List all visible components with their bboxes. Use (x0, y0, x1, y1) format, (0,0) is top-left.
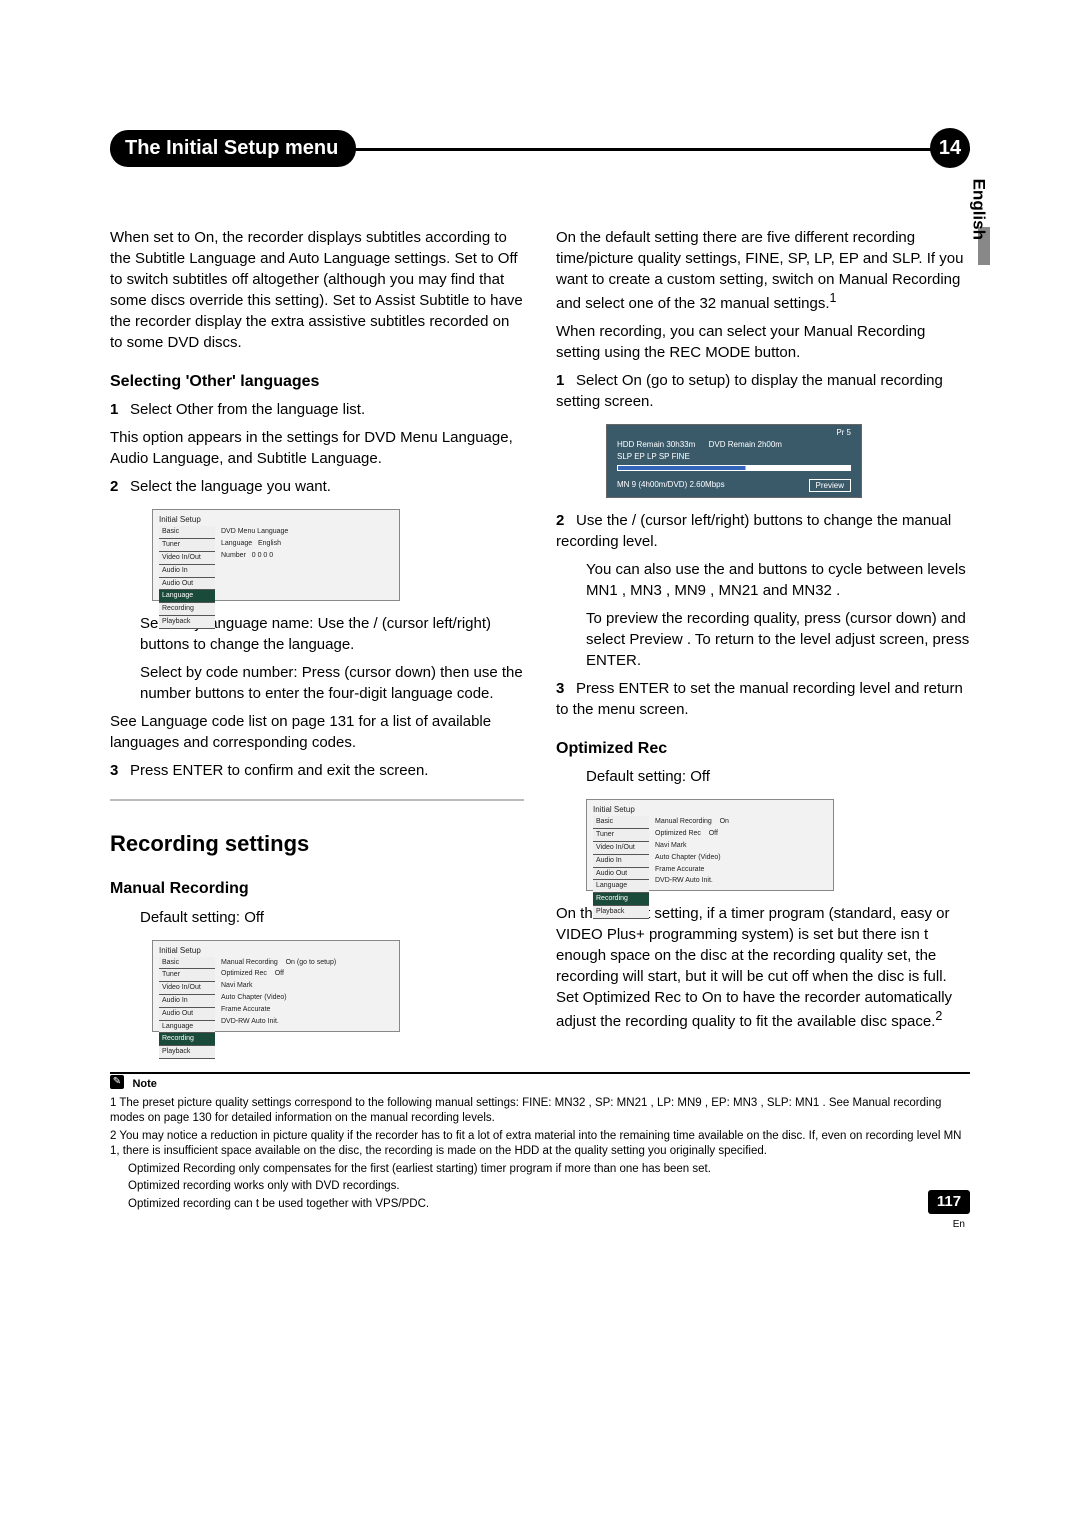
list-item: Video In/Out (593, 842, 649, 855)
list-item: Audio Out (159, 578, 215, 591)
footnotes: 1 The preset picture quality settings co… (110, 1096, 970, 1213)
list-item: Audio Out (593, 868, 649, 881)
step-1: 1Select Other from the language list. (110, 399, 524, 420)
default-setting: Default setting: Off (140, 907, 524, 928)
list-item: Language (159, 590, 215, 603)
chapter-number: 14 (930, 128, 970, 168)
screenshot-manual-recording: Initial Setup Basic Tuner Video In/Out A… (152, 940, 400, 1032)
selecting-other-heading: Selecting 'Other' languages (110, 371, 524, 393)
language-tab: English (968, 179, 988, 240)
list-item: Playback (593, 906, 649, 919)
optimized-rec-paragraph: On the default setting, if a timer progr… (556, 903, 970, 1032)
chapter-header: The Initial Setup menu 14 (110, 130, 970, 167)
note-icon: ✎ (110, 1075, 124, 1089)
list-item: Recording (593, 893, 649, 906)
mr-step-1: 1Select On (go to setup) to display the … (556, 370, 970, 412)
screenshot-level-adjust: Pr 5 HDD Remain 30h33m DVD Remain 2h00m … (606, 424, 862, 498)
manual-recording-heading: Manual Recording (110, 878, 524, 900)
footnote-2: 2 You may notice a reduction in picture … (110, 1129, 970, 1160)
mr-bullet-a: You can also use the and buttons to cycl… (586, 559, 970, 601)
mr-paragraph-1: On the default setting there are five di… (556, 227, 970, 314)
list-item: Basic (593, 816, 649, 829)
footnote-2c: Optimized recording works only with DVD … (128, 1179, 970, 1195)
mr-step-3: 3Press ENTER to set the manual recording… (556, 678, 970, 720)
bullet-code-number: Select by code number: Press (cursor dow… (140, 662, 524, 704)
list-item: Video In/Out (159, 982, 215, 995)
list-item: Language (593, 880, 649, 893)
footnote-2b: Optimized Recording only compensates for… (128, 1162, 970, 1178)
list-item: Audio In (159, 995, 215, 1008)
left-column: When set to On, the recorder displays su… (110, 227, 524, 1044)
list-item: Basic (159, 957, 215, 970)
mr-paragraph-2: When recording, you can select your Manu… (556, 321, 970, 363)
page-lang-label: En (953, 1219, 965, 1230)
preview-button[interactable]: Preview (809, 479, 851, 492)
see-language-list: See Language code list on page 131 for a… (110, 711, 524, 753)
list-item: Audio Out (159, 1008, 215, 1021)
optimized-default: Default setting: Off (586, 766, 970, 787)
list-item: Playback (159, 1046, 215, 1059)
list-item: Language (159, 1021, 215, 1034)
note-header: ✎ Note (110, 1074, 970, 1092)
list-item: Audio In (159, 565, 215, 578)
recording-settings-heading: Recording settings (110, 829, 524, 860)
step-3: 3Press ENTER to confirm and exit the scr… (110, 760, 524, 781)
list-item: Playback (159, 616, 215, 629)
screenshot-optimized-rec: Initial Setup Basic Tuner Video In/Out A… (586, 799, 834, 891)
list-item: Audio In (593, 855, 649, 868)
section-divider (110, 799, 524, 801)
list-item: Tuner (159, 539, 215, 552)
mr-bullet-b: To preview the recording quality, press … (586, 608, 970, 671)
list-item: Tuner (159, 969, 215, 982)
page-title: The Initial Setup menu (110, 130, 356, 167)
right-column: On the default setting there are five di… (556, 227, 970, 1044)
list-item: Recording (159, 603, 215, 616)
footnote-1: 1 The preset picture quality settings co… (110, 1096, 970, 1127)
subtitle-paragraph: When set to On, the recorder displays su… (110, 227, 524, 353)
screenshot-language-menu: Initial Setup Basic Tuner Video In/Out A… (152, 509, 400, 601)
mr-step-2: 2Use the / (cursor left/right) buttons t… (556, 510, 970, 552)
list-item: Video In/Out (159, 552, 215, 565)
footnote-2d: Optimized recording can t be used togeth… (128, 1197, 970, 1213)
optimized-rec-heading: Optimized Rec (556, 738, 970, 760)
list-item: Basic (159, 526, 215, 539)
list-item: Recording (159, 1033, 215, 1046)
page-number-badge: 117 (928, 1190, 970, 1214)
step-2: 2Select the language you want. (110, 476, 524, 497)
step-1-note: This option appears in the settings for … (110, 427, 524, 469)
list-item: Tuner (593, 829, 649, 842)
